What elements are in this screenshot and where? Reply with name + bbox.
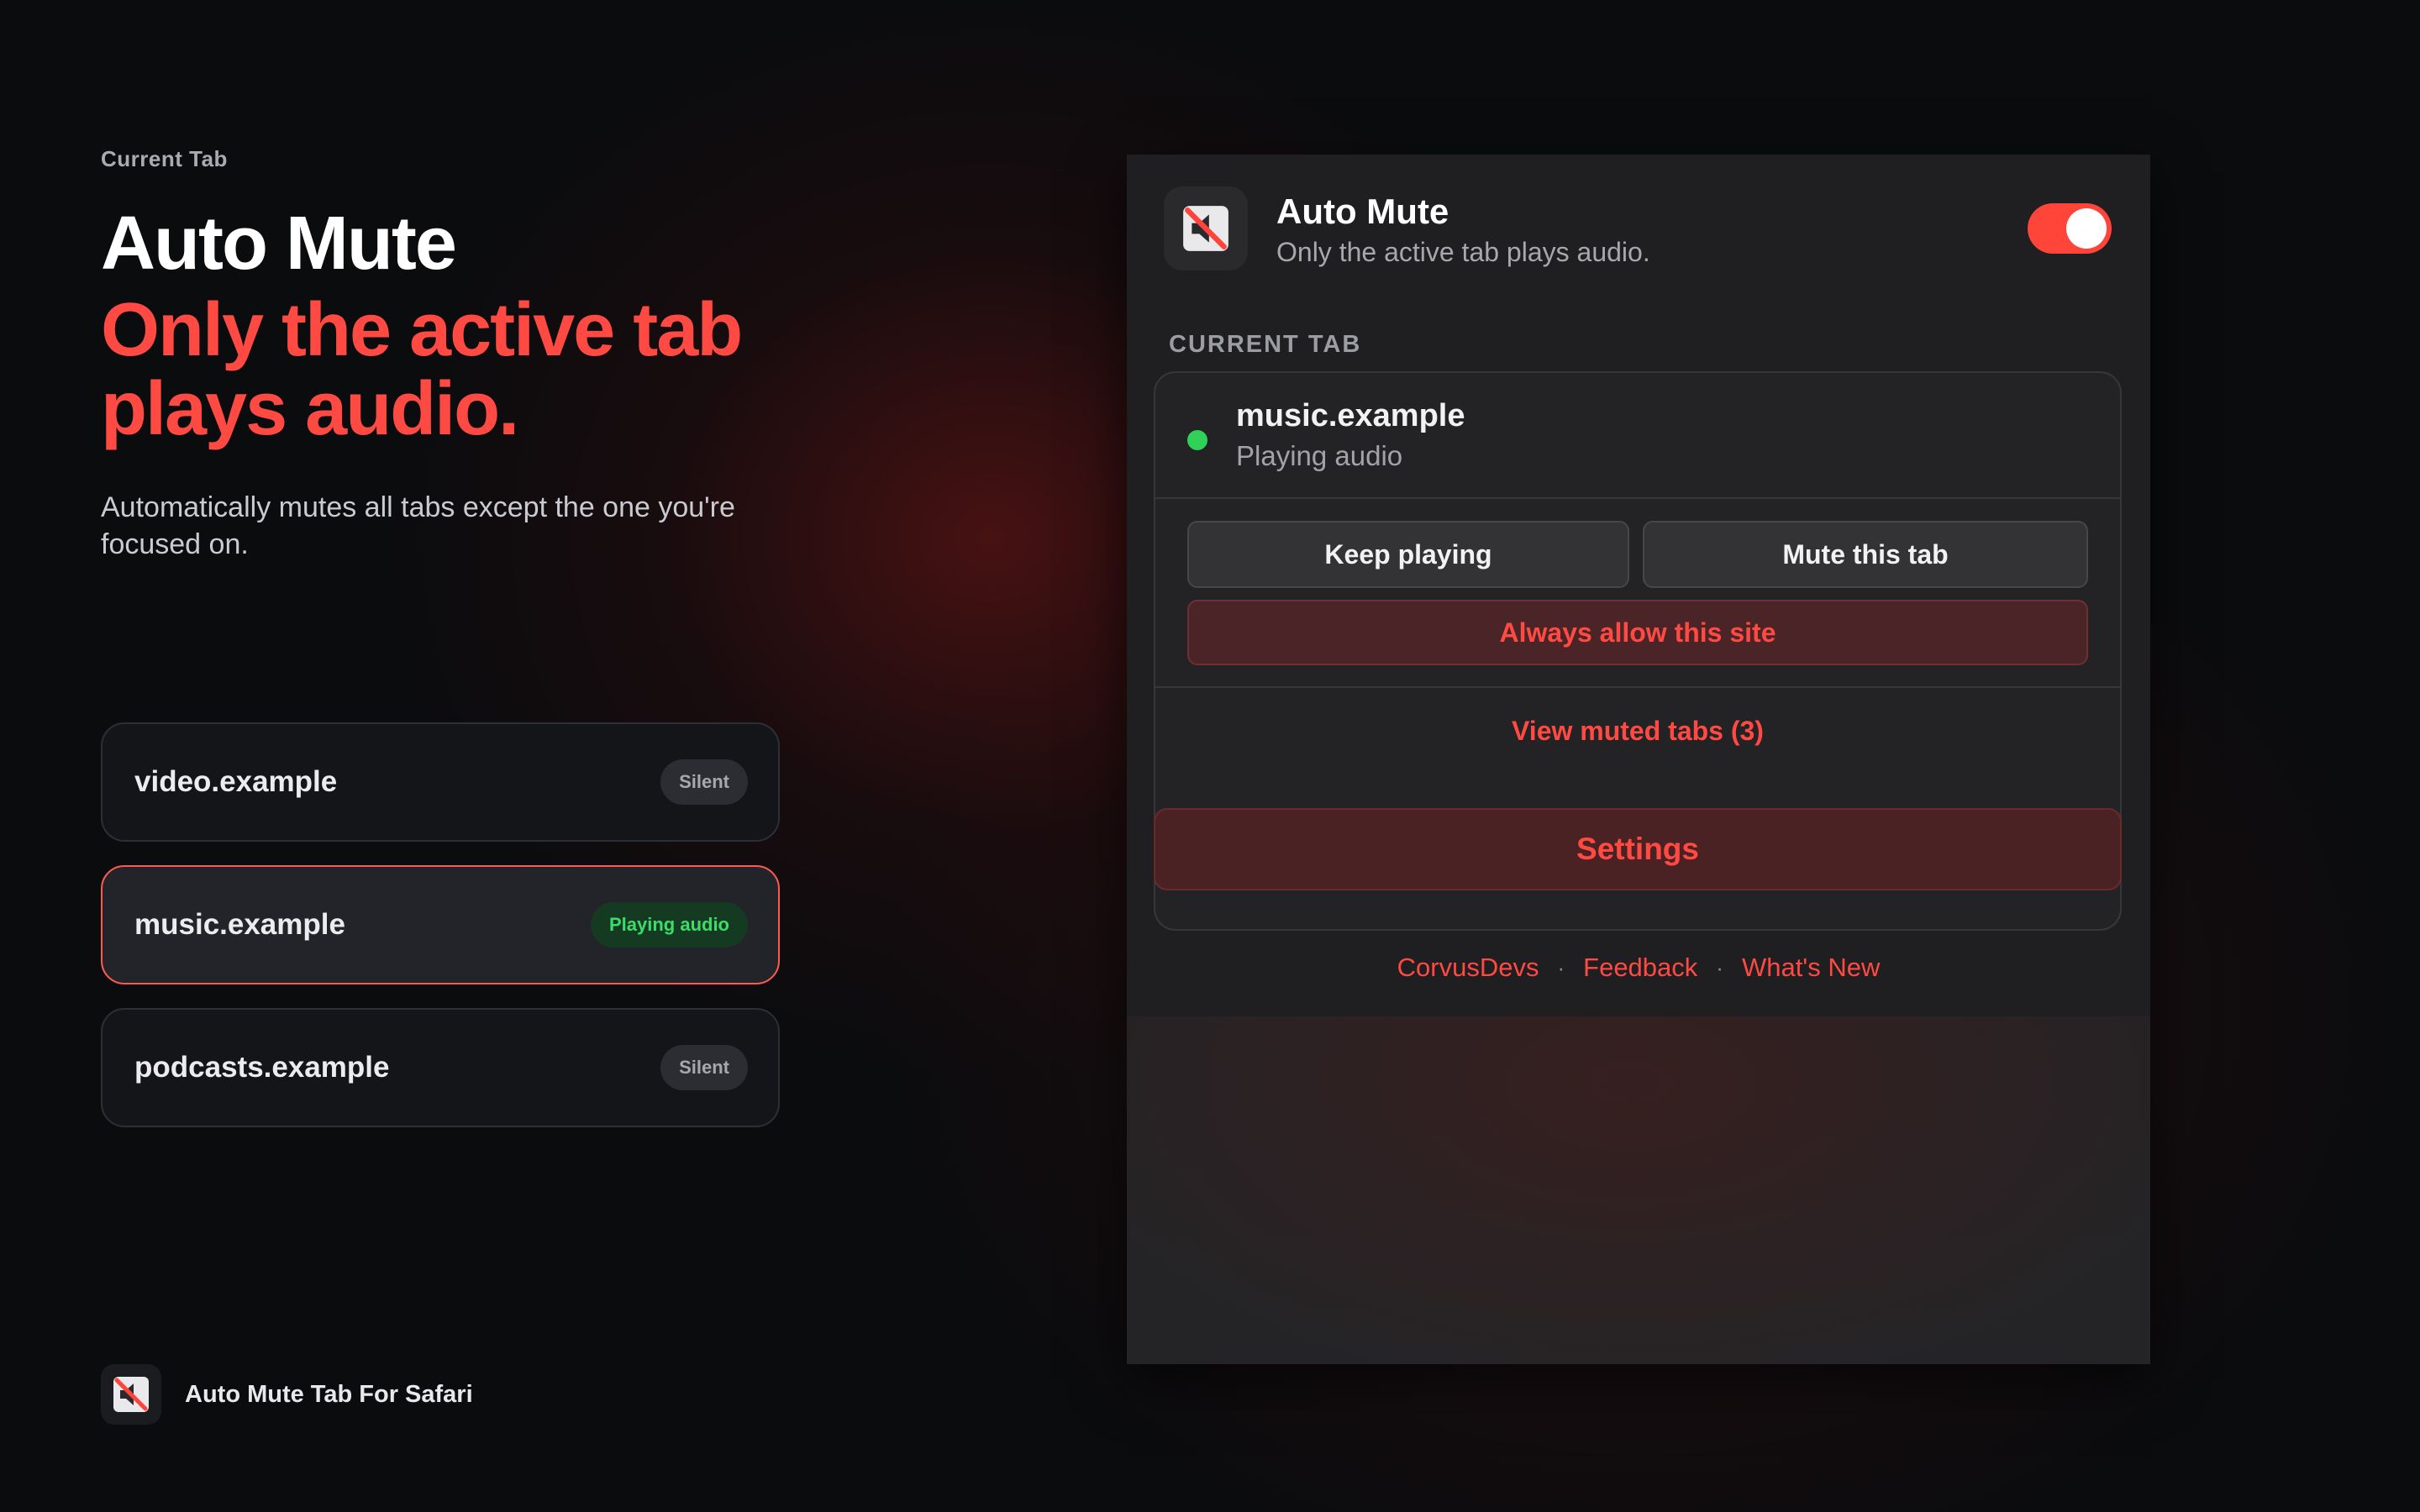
current-tab-host: music.example (1236, 398, 1465, 433)
auto-mute-toggle[interactable] (2028, 203, 2112, 254)
extension-popup: Auto Mute Only the active tab plays audi… (1127, 155, 2150, 1364)
popup-panel: Auto Mute Only the active tab plays audi… (1127, 155, 2150, 1016)
status-badge: Playing audio (590, 902, 748, 948)
footer-links: CorvusDevs · Feedback · What's New (1127, 953, 2150, 983)
mute-this-tab-button[interactable]: Mute this tab (1643, 521, 2088, 588)
site-name: video.example (134, 765, 338, 798)
hero-eyebrow: Current Tab (101, 146, 228, 171)
hero-description: Automatically mutes all tabs except the … (101, 491, 735, 560)
site-name: podcasts.example (134, 1051, 390, 1084)
playing-indicator-dot (1187, 430, 1207, 450)
muted-speaker-icon (1164, 186, 1248, 270)
popup-subtitle: Only the active tab plays audio. (1276, 237, 1650, 267)
keep-playing-button[interactable]: Keep playing (1187, 521, 1629, 588)
whats-new-link[interactable]: What's New (1742, 953, 1880, 983)
popup-title: Auto Mute (1276, 192, 1449, 231)
status-badge: Silent (660, 1045, 748, 1090)
separator: · (1557, 954, 1565, 980)
hero-title: Auto Mute (101, 202, 457, 286)
separator: · (1716, 954, 1723, 980)
always-allow-site-button[interactable]: Always allow this site (1187, 600, 2088, 665)
hero-accent-title: Only the active tab plays audio. (101, 288, 743, 451)
site-card-video: video.example Silent (101, 722, 780, 842)
brand-name: Auto Mute Tab For Safari (185, 1380, 473, 1408)
feedback-link[interactable]: Feedback (1583, 953, 1697, 983)
divider (1155, 686, 2120, 688)
current-tab-state: Playing audio (1236, 440, 1403, 471)
view-muted-tabs-link[interactable]: View muted tabs (3) (1155, 716, 2120, 747)
status-badge: Silent (660, 759, 748, 805)
section-label: CURRENT TAB (1169, 331, 1362, 358)
site-card-music: music.example Playing audio (101, 865, 780, 984)
site-card-podcasts: podcasts.example Silent (101, 1008, 780, 1127)
settings-button[interactable]: Settings (1154, 808, 2122, 890)
popup-backdrop (1127, 1016, 2150, 1364)
site-name: music.example (134, 908, 345, 941)
muted-speaker-icon (101, 1364, 161, 1425)
brand: Auto Mute Tab For Safari (101, 1364, 473, 1425)
toggle-knob (2066, 208, 2107, 249)
corvusdevs-link[interactable]: CorvusDevs (1397, 953, 1539, 983)
divider (1155, 497, 2120, 499)
